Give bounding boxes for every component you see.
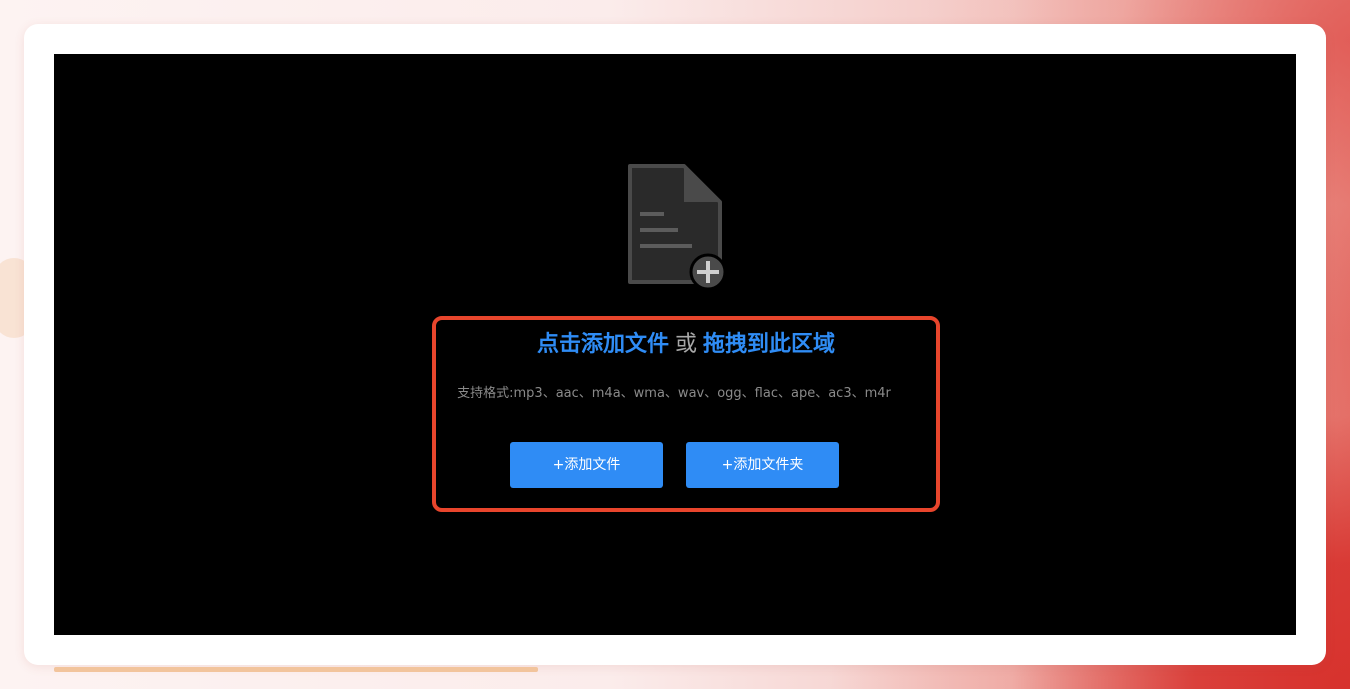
add-folder-button[interactable]: +添加文件夹 xyxy=(686,442,839,488)
file-drop-zone[interactable]: 点击添加文件或拖拽到此区域 支持格式:mp3、aac、m4a、wma、wav、o… xyxy=(54,54,1296,635)
drop-prompt: 点击添加文件或拖拽到此区域 xyxy=(432,330,940,360)
drag-here-text: 拖拽到此区域 xyxy=(703,332,836,357)
supported-formats-text: 支持格式:mp3、aac、m4a、wma、wav、ogg、flac、ape、ac… xyxy=(457,386,891,401)
decorative-underline xyxy=(54,667,538,672)
add-file-button[interactable]: +添加文件 xyxy=(510,442,663,488)
click-add-file-link[interactable]: 点击添加文件 xyxy=(537,332,669,357)
file-add-icon[interactable] xyxy=(624,162,728,288)
content-card: 点击添加文件或拖拽到此区域 支持格式:mp3、aac、m4a、wma、wav、o… xyxy=(24,24,1326,665)
or-separator: 或 xyxy=(674,332,697,357)
